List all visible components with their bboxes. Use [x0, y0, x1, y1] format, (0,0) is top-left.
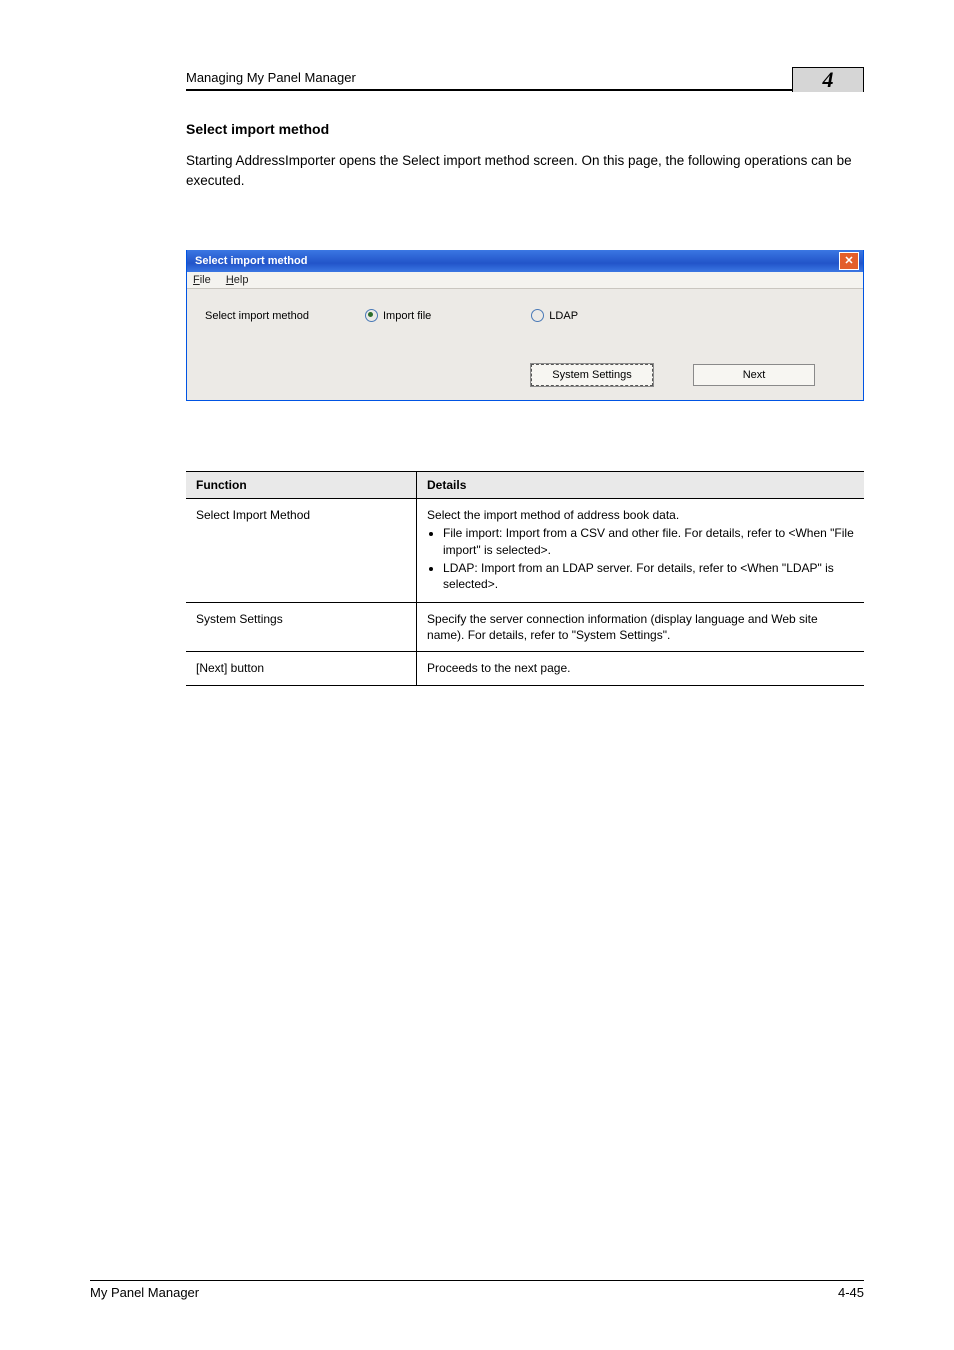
menu-file[interactable]: File: [193, 274, 211, 286]
dialog-body: Select import method Import file LDAP Sy…: [187, 289, 863, 400]
radio-dot-icon: [365, 309, 378, 322]
menu-help[interactable]: Help: [226, 274, 249, 286]
radio-ldap[interactable]: LDAP: [531, 309, 578, 322]
next-button[interactable]: Next: [693, 364, 815, 386]
system-settings-button[interactable]: System Settings: [531, 364, 653, 386]
section-paragraph: Starting AddressImporter opens the Selec…: [186, 151, 864, 190]
dialog-titlebar: Select import method ✕: [187, 250, 863, 272]
cell-function: [Next] button: [186, 652, 417, 685]
dialog-button-row: System Settings Next: [205, 364, 845, 386]
table-header-row: Function Details: [186, 472, 864, 499]
list-item: LDAP: Import from an LDAP server. For de…: [443, 560, 854, 592]
page-footer: My Panel Manager 4-45: [90, 1280, 864, 1300]
import-method-label: Select import method: [205, 310, 365, 322]
footer-page-number: 4-45: [838, 1285, 864, 1300]
close-icon: ✕: [844, 256, 853, 267]
table-row: System Settings Specify the server conne…: [186, 603, 864, 652]
radio-import-file-label: Import file: [383, 310, 431, 322]
cell-details: Specify the server connection informatio…: [417, 603, 864, 652]
header-rule: 4: [186, 89, 864, 91]
col-function: Function: [186, 472, 417, 499]
dialog-menubar: File Help: [187, 272, 863, 289]
footer-product: My Panel Manager: [90, 1285, 199, 1300]
chapter-tab: 4: [792, 67, 864, 92]
table-row: [Next] button Proceeds to the next page.: [186, 652, 864, 685]
radio-dot-icon: [531, 309, 544, 322]
cell-details: Proceeds to the next page.: [417, 652, 864, 685]
close-button[interactable]: ✕: [839, 252, 859, 270]
select-import-method-dialog: Select import method ✕ File Help Select …: [186, 250, 864, 401]
running-header: Managing My Panel Manager: [90, 70, 864, 85]
radio-ldap-label: LDAP: [549, 310, 578, 322]
cell-function: System Settings: [186, 603, 417, 652]
section-heading: Select import method: [186, 121, 864, 137]
section-body: Select import method Starting AddressImp…: [186, 121, 864, 686]
cell-detail-list: File import: Import from a CSV and other…: [427, 525, 854, 592]
radio-import-file[interactable]: Import file: [365, 309, 431, 322]
import-method-row: Select import method Import file LDAP: [205, 309, 845, 322]
cell-function: Select Import Method: [186, 499, 417, 603]
function-details-table: Function Details Select Import Method Se…: [186, 471, 864, 686]
cell-detail-intro: Select the import method of address book…: [427, 508, 679, 522]
table-row: Select Import Method Select the import m…: [186, 499, 864, 603]
cell-details: Select the import method of address book…: [417, 499, 864, 603]
list-item: File import: Import from a CSV and other…: [443, 525, 854, 557]
col-details: Details: [417, 472, 864, 499]
dialog-title: Select import method: [195, 255, 307, 267]
chapter-number: 4: [823, 67, 834, 93]
